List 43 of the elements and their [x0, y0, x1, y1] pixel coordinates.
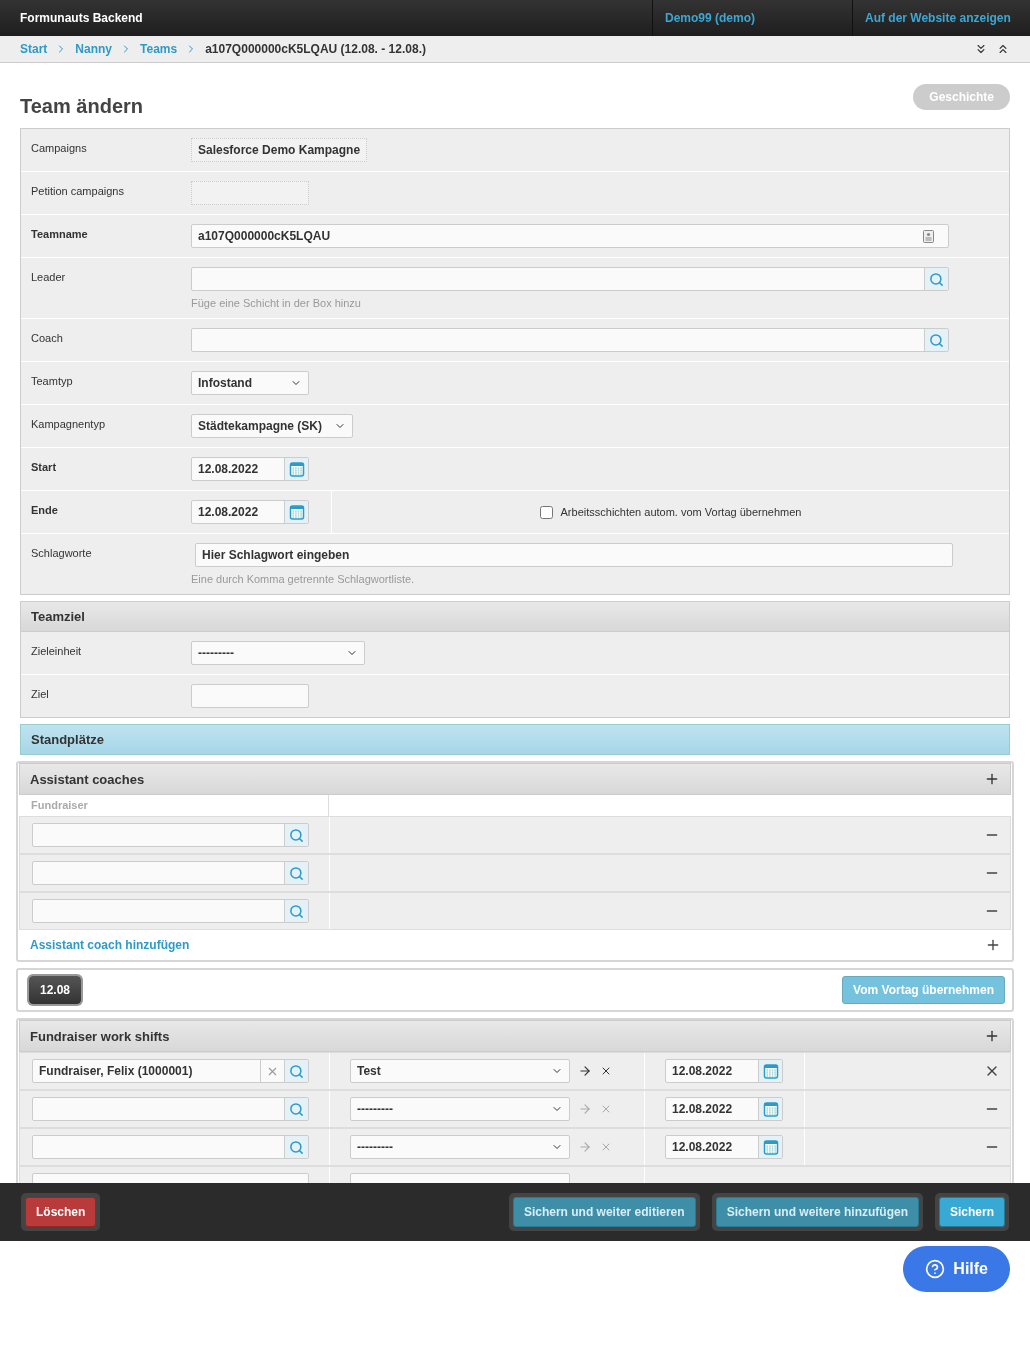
- delete-button[interactable]: Löschen: [25, 1197, 97, 1227]
- expand-icon[interactable]: [996, 42, 1010, 56]
- select-field[interactable]: ---------: [350, 1097, 570, 1121]
- breadcrumb-current: a107Q000000cK5LQAU (12.08. - 12.08.): [205, 42, 426, 56]
- field-label: Kampagnentyp: [31, 417, 106, 430]
- select-field[interactable]: ---------: [191, 641, 365, 665]
- close-icon[interactable]: [600, 1065, 612, 1077]
- help-text: Füge eine Schicht in der Box hinzu: [191, 297, 362, 309]
- day-tab[interactable]: 12.08: [29, 976, 82, 1004]
- field-label: Teamtyp: [31, 374, 74, 387]
- field-label: Start: [31, 460, 58, 473]
- plus-icon[interactable]: [984, 1028, 1000, 1044]
- field-label: Ziel: [31, 687, 50, 700]
- collapse-icon[interactable]: [974, 42, 988, 56]
- page-title: Team ändern: [20, 95, 143, 118]
- checkbox-label: Arbeitsschichten autom. vom Vortag übernehmen: [560, 506, 802, 518]
- field-label: Teamname: [31, 227, 89, 240]
- campaign-chip: Salesforce Demo Kampagne: [191, 138, 368, 162]
- field-label: Zieleinheit: [31, 644, 83, 657]
- help-text: Eine durch Komma getrennte Schlagwortliste.: [191, 573, 416, 585]
- select-field[interactable]: Städtekampagne (SK): [191, 414, 354, 438]
- select-field[interactable]: ---------: [350, 1135, 570, 1159]
- section-header: Teamziel: [20, 601, 1010, 632]
- arrow-right-icon[interactable]: [578, 1064, 592, 1078]
- help-button[interactable]: Hilfe: [903, 1246, 1010, 1292]
- plus-icon[interactable]: [984, 771, 1000, 787]
- field-label: Campaigns: [31, 141, 88, 154]
- checkbox[interactable]: [539, 505, 553, 519]
- select-field[interactable]: Test: [350, 1059, 570, 1083]
- section-header: Standplätze: [20, 724, 1010, 755]
- field-label: Schlagworte: [31, 546, 93, 559]
- plus-icon[interactable]: [985, 937, 1001, 953]
- app-title: Formunauts Backend: [19, 10, 144, 27]
- field-label: Leader: [31, 270, 67, 283]
- input-field[interactable]: [191, 684, 309, 708]
- tags-field[interactable]: Hier Schlagwort eingeben: [195, 543, 953, 567]
- select-field[interactable]: Infostand: [191, 371, 309, 395]
- section-title: Assistant coaches: [30, 771, 145, 787]
- field-label: Coach: [31, 331, 64, 344]
- field-label: Petition campaigns: [31, 184, 125, 197]
- help-icon: [925, 1259, 946, 1279]
- field-label: Ende: [31, 503, 59, 516]
- section-title: Fundraiser work shifts: [30, 1028, 170, 1044]
